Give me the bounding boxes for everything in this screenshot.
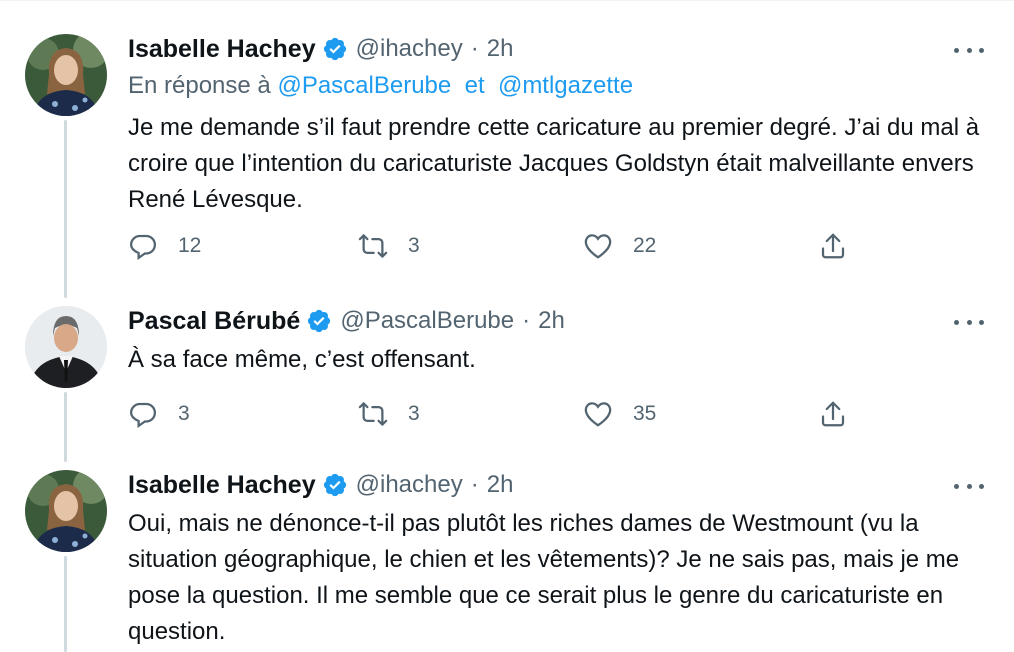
tweet-actions: 3 3 35 [128,398,868,430]
retweet-button[interactable]: 3 [358,230,420,262]
timestamp[interactable]: 2h [538,307,565,335]
mention-link[interactable]: @mtlgazette [498,72,633,99]
tweet[interactable]: Isabelle Hachey @ihachey · 2h En réponse… [0,32,1014,272]
retweet-button[interactable]: 3 [358,398,420,430]
reply-conjunction: et [464,72,485,99]
retweet-icon [358,402,388,426]
tweet-actions: 12 3 22 [128,230,868,262]
retweet-count: 3 [408,234,420,257]
reply-count: 3 [178,402,190,425]
reply-icon [129,234,157,261]
separator-dot: · [470,471,479,498]
retweet-count: 3 [408,402,420,425]
retweet-icon [358,234,388,258]
author-handle[interactable]: @ihachey [356,35,463,63]
like-count: 35 [633,402,657,425]
author-handle[interactable]: @ihachey [356,471,463,499]
avatar[interactable] [25,34,107,116]
avatar[interactable] [25,470,107,552]
reply-button[interactable]: 12 [128,230,201,262]
reply-icon [129,402,157,429]
author-name[interactable]: Isabelle Hachey [128,35,316,64]
reply-context: En réponse à @PascalBerube et @mtlgazett… [128,72,633,100]
share-icon [821,401,845,427]
like-count: 22 [633,234,657,257]
author-name[interactable]: Isabelle Hachey [128,471,316,500]
timestamp[interactable]: 2h [487,471,514,499]
verified-badge-icon [323,473,346,497]
timestamp[interactable]: 2h [487,35,514,63]
share-icon [821,233,845,259]
reply-prefix: En réponse à [128,72,271,99]
more-options-icon[interactable] [954,476,984,496]
separator-dot: · [470,35,479,62]
like-button[interactable]: 22 [583,230,656,262]
top-divider [0,0,1014,1]
tweet-text: À sa face même, c’est offensant. [128,346,476,373]
tweet-header: Pascal Bérubé @PascalBerube · 2h [128,304,565,338]
more-options-icon[interactable] [954,40,984,60]
reply-button[interactable]: 3 [128,398,190,430]
author-name[interactable]: Pascal Bérubé [128,307,300,336]
tweet-header: Isabelle Hachey @ihachey · 2h [128,468,513,502]
more-options-icon[interactable] [954,312,984,332]
mention-link[interactable]: @PascalBerube [277,72,451,99]
separator-dot: · [522,307,531,334]
verified-badge-icon [308,309,331,333]
reply-count: 12 [178,234,202,257]
tweet-text: Je me demande s’il faut prendre cette ca… [128,114,980,213]
tweet[interactable]: Pascal Bérubé @PascalBerube · 2h À sa fa… [0,304,1014,444]
tweet-text: Oui, mais ne dénonce-t-il pas plutôt les… [128,510,960,645]
tweet-header: Isabelle Hachey @ihachey · 2h [128,32,513,66]
share-button[interactable] [818,230,848,262]
avatar[interactable] [25,306,107,388]
share-button[interactable] [818,398,848,430]
heart-icon [584,402,612,427]
author-handle[interactable]: @PascalBerube [340,307,514,335]
tweet[interactable]: Isabelle Hachey @ihachey · 2h Oui, mais … [0,468,1014,652]
heart-icon [584,234,612,259]
verified-badge-icon [323,37,346,61]
like-button[interactable]: 35 [583,398,656,430]
